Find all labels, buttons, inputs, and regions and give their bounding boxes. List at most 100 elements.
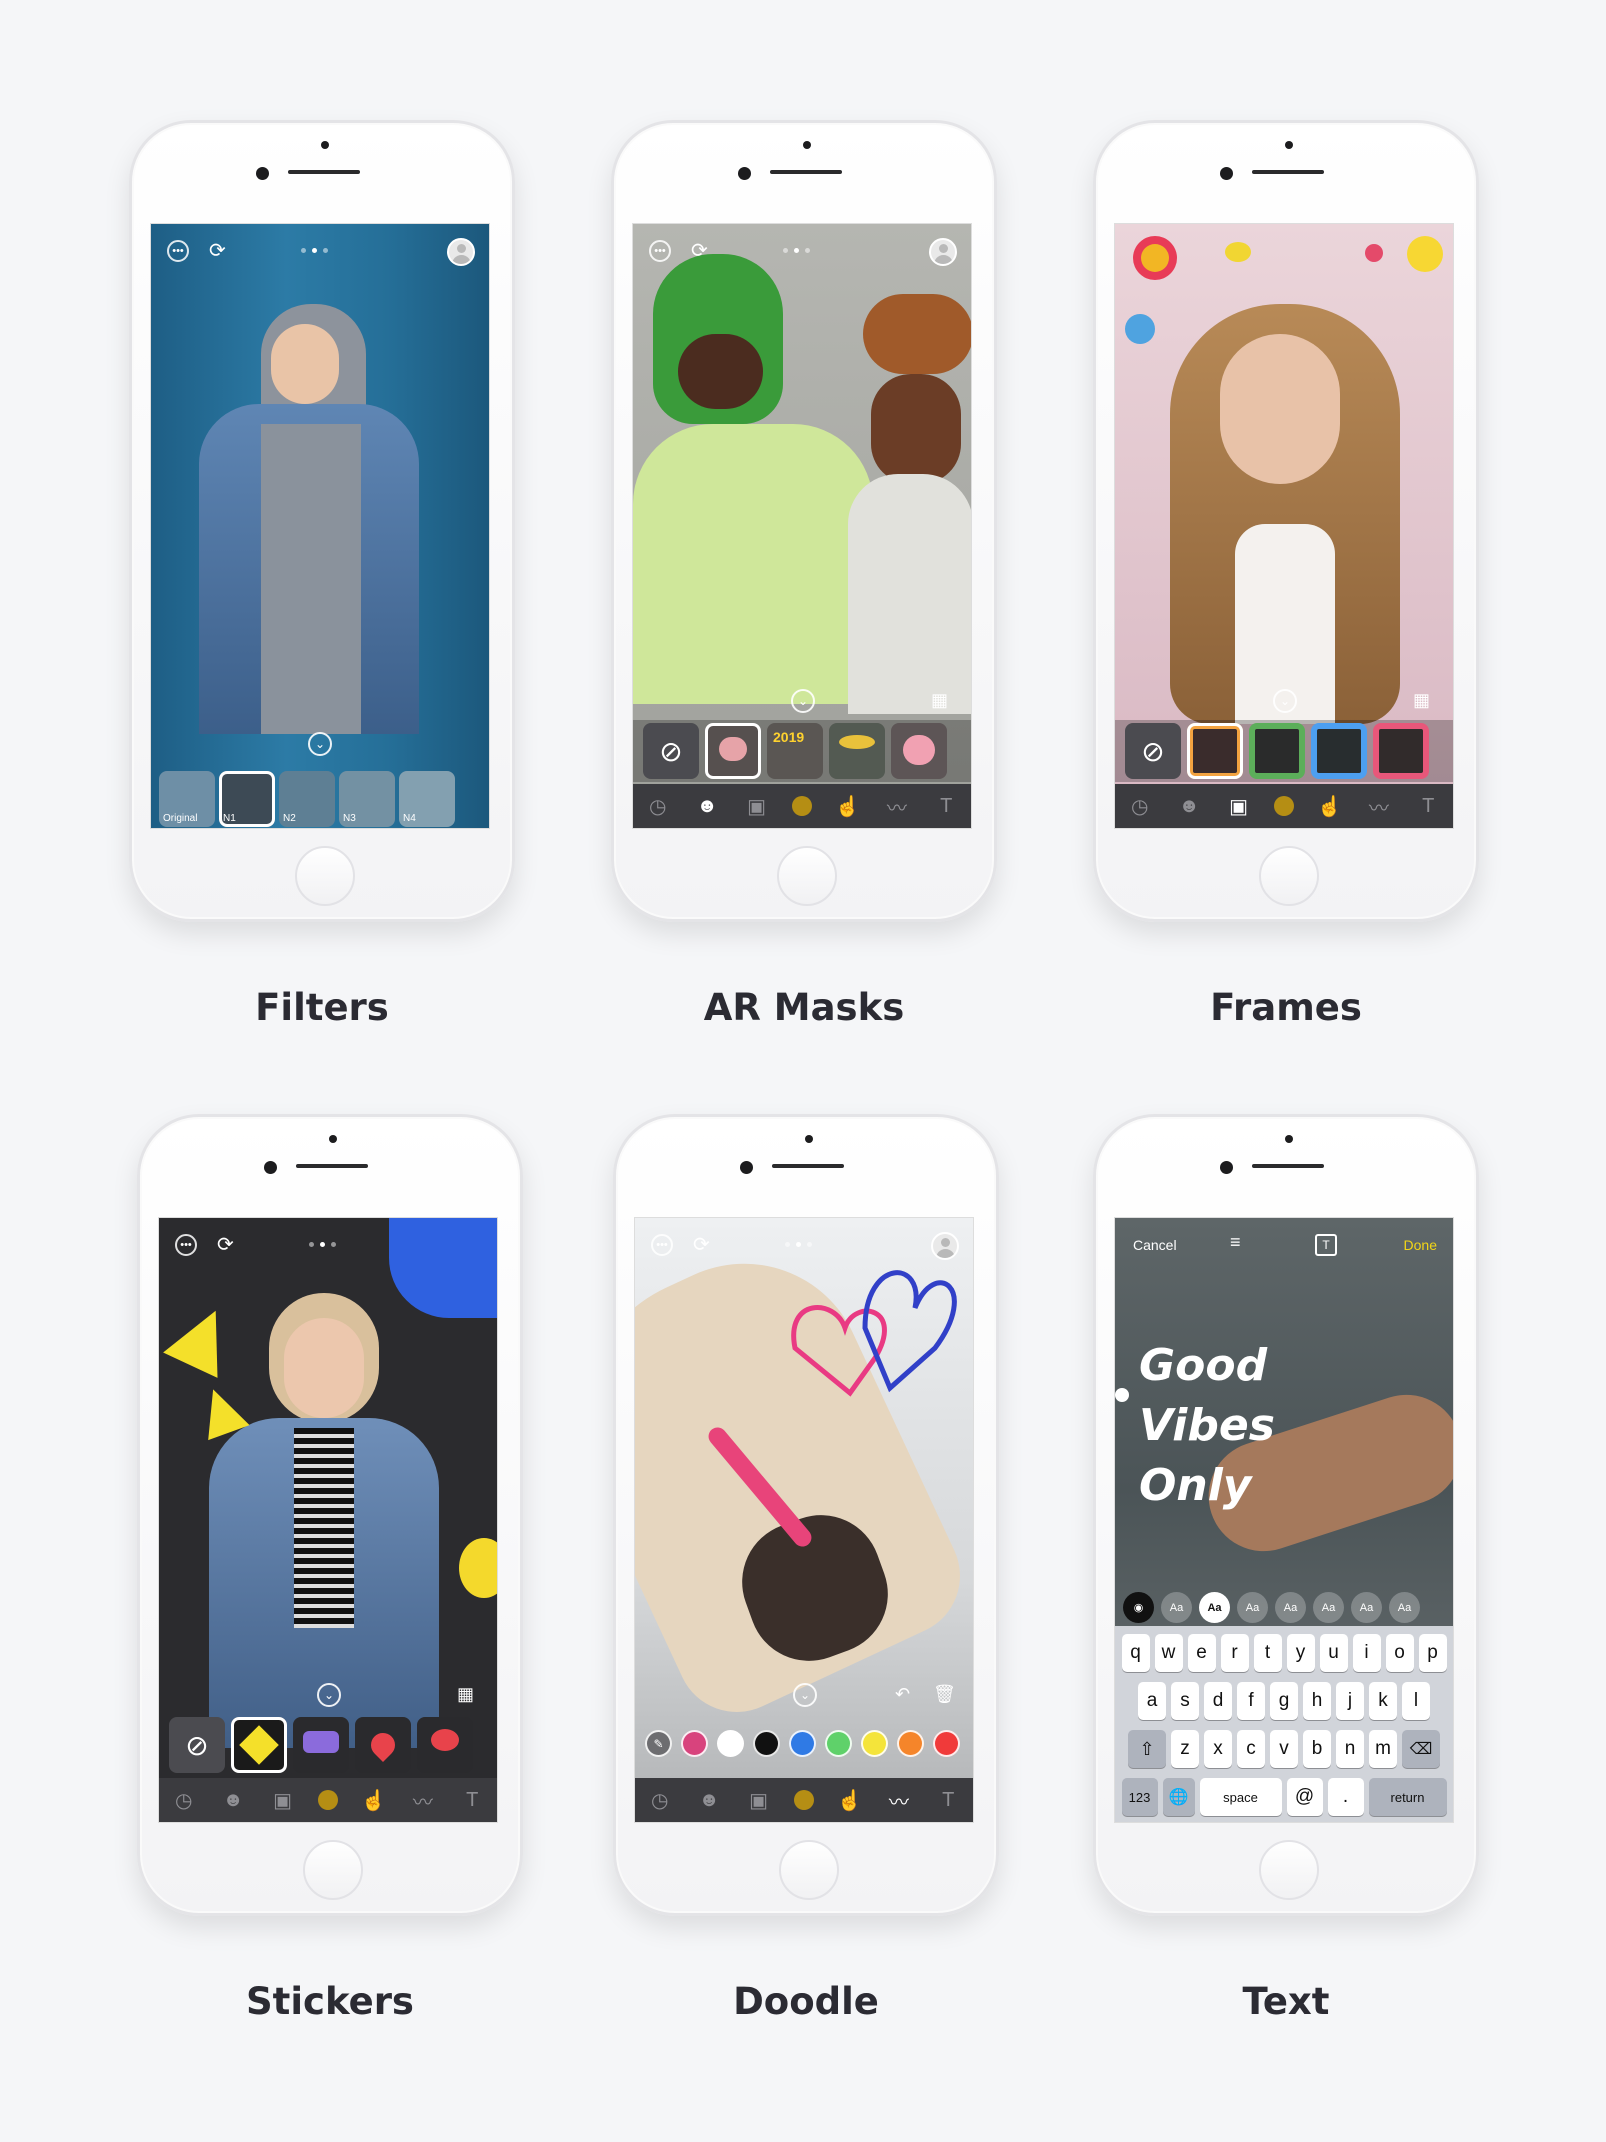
key[interactable]: v bbox=[1270, 1730, 1298, 1768]
sticker-wings[interactable] bbox=[417, 1717, 473, 1773]
key[interactable]: d bbox=[1204, 1682, 1232, 1720]
home-button[interactable] bbox=[303, 1840, 363, 1900]
sticker-burst[interactable] bbox=[231, 1717, 287, 1773]
text-tab-icon[interactable]: T bbox=[1414, 795, 1442, 818]
key[interactable]: l bbox=[1402, 1682, 1430, 1720]
backspace-key-icon[interactable]: ⌫ bbox=[1402, 1730, 1440, 1768]
collapse-chevron-icon[interactable]: ⌄ bbox=[1273, 689, 1297, 713]
profile-avatar-icon[interactable] bbox=[929, 238, 957, 266]
key[interactable]: q bbox=[1121, 1634, 1150, 1672]
text-tab-icon[interactable]: T bbox=[932, 795, 960, 818]
home-button[interactable] bbox=[777, 846, 837, 906]
frame-tab-icon[interactable]: ▣ bbox=[1225, 794, 1253, 819]
collapse-chevron-icon[interactable]: ⌄ bbox=[308, 732, 332, 756]
key[interactable]: f bbox=[1237, 1682, 1265, 1720]
trash-icon[interactable]: 🗑 bbox=[933, 1684, 956, 1705]
mask-hat[interactable] bbox=[829, 723, 885, 779]
align-text-icon[interactable]: ≡ bbox=[1230, 1232, 1241, 1253]
key[interactable]: y bbox=[1286, 1634, 1315, 1672]
sticker-tab-icon[interactable]: ☝ bbox=[833, 794, 861, 819]
sticker-heart-hands[interactable] bbox=[355, 1717, 411, 1773]
color-swatch-blue[interactable] bbox=[789, 1730, 816, 1757]
frame-option-skull[interactable] bbox=[1311, 723, 1367, 779]
font-style-option[interactable]: Aa bbox=[1275, 1592, 1306, 1623]
more-options-icon[interactable]: ••• bbox=[167, 240, 189, 262]
flip-camera-icon[interactable]: ⟳ bbox=[691, 238, 708, 263]
sticker-tab-icon[interactable]: ☝ bbox=[835, 1788, 863, 1813]
space-key[interactable]: space bbox=[1199, 1778, 1282, 1816]
return-key[interactable]: return bbox=[1368, 1778, 1447, 1816]
filter-thumb-n4[interactable]: N4 bbox=[399, 771, 455, 827]
home-button[interactable] bbox=[1259, 1840, 1319, 1900]
filter-thumb-n1[interactable]: N1 bbox=[219, 771, 275, 827]
sticker-bolt[interactable] bbox=[293, 1717, 349, 1773]
emoji-tab-icon[interactable]: ☺ bbox=[1273, 796, 1294, 816]
color-swatch-pink[interactable] bbox=[681, 1730, 708, 1757]
doodle-tab-icon[interactable]: 〰 bbox=[409, 1786, 437, 1815]
frame-option-leaves[interactable] bbox=[1249, 723, 1305, 779]
doodle-tab-icon[interactable]: 〰 bbox=[883, 792, 911, 821]
key[interactable]: j bbox=[1336, 1682, 1364, 1720]
recent-tab-icon[interactable]: ◷ bbox=[644, 794, 672, 819]
more-options-icon[interactable]: ••• bbox=[175, 1234, 197, 1256]
collapse-chevron-icon[interactable]: ⌄ bbox=[793, 1683, 817, 1707]
frame-option-bloom[interactable] bbox=[1373, 723, 1429, 779]
key[interactable]: z bbox=[1171, 1730, 1199, 1768]
done-button[interactable]: Done bbox=[1404, 1237, 1437, 1253]
more-options-icon[interactable]: ••• bbox=[649, 240, 671, 262]
mask-tab-icon[interactable]: ☻ bbox=[693, 795, 721, 818]
key[interactable]: t bbox=[1253, 1634, 1282, 1672]
key[interactable]: k bbox=[1369, 1682, 1397, 1720]
doodle-tab-icon[interactable]: 〰 bbox=[885, 1786, 913, 1815]
frame-tab-icon[interactable]: ▣ bbox=[745, 1788, 773, 1813]
shift-key-icon[interactable]: ⇧ bbox=[1128, 1730, 1166, 1768]
flip-camera-icon[interactable]: ⟳ bbox=[693, 1232, 710, 1257]
font-style-option[interactable]: Aa bbox=[1351, 1592, 1382, 1623]
key[interactable]: n bbox=[1336, 1730, 1364, 1768]
no-sticker-button[interactable]: ⊘ bbox=[169, 1717, 225, 1773]
key[interactable]: x bbox=[1204, 1730, 1232, 1768]
mask-pig[interactable] bbox=[705, 723, 761, 779]
key[interactable]: w bbox=[1154, 1634, 1183, 1672]
recent-tab-icon[interactable]: ◷ bbox=[170, 1788, 198, 1813]
color-palette-icon[interactable]: ◉ bbox=[1123, 1592, 1154, 1623]
key[interactable]: e bbox=[1187, 1634, 1216, 1672]
frame-tab-icon[interactable]: ▣ bbox=[269, 1788, 297, 1813]
frame-tab-icon[interactable]: ▣ bbox=[743, 794, 771, 819]
sticker-tab-icon[interactable]: ☝ bbox=[359, 1788, 387, 1813]
color-swatch-orange[interactable] bbox=[897, 1730, 924, 1757]
color-swatch-black[interactable] bbox=[753, 1730, 780, 1757]
grid-view-icon[interactable]: ▦ bbox=[1413, 690, 1430, 711]
mask-tab-icon[interactable]: ☻ bbox=[695, 1789, 723, 1812]
mask-tab-icon[interactable]: ☻ bbox=[219, 1789, 247, 1812]
grid-view-icon[interactable]: ▦ bbox=[457, 1684, 474, 1705]
undo-icon[interactable]: ↶ bbox=[895, 1684, 910, 1705]
text-style-icon[interactable]: T bbox=[1315, 1234, 1337, 1256]
filter-thumb-n3[interactable]: N3 bbox=[339, 771, 395, 827]
key[interactable]: u bbox=[1319, 1634, 1348, 1672]
collapse-chevron-icon[interactable]: ⌄ bbox=[791, 689, 815, 713]
recent-tab-icon[interactable]: ◷ bbox=[646, 1788, 674, 1813]
key[interactable]: a bbox=[1138, 1682, 1166, 1720]
mask-tab-icon[interactable]: ☻ bbox=[1175, 795, 1203, 818]
emoji-tab-icon[interactable]: ☺ bbox=[793, 1790, 814, 1810]
globe-key-icon[interactable]: 🌐 bbox=[1162, 1778, 1195, 1816]
pen-tool-icon[interactable]: ✎ bbox=[645, 1730, 672, 1757]
text-tab-icon[interactable]: T bbox=[458, 1789, 486, 1812]
home-button[interactable] bbox=[779, 1840, 839, 1900]
grid-view-icon[interactable]: ▦ bbox=[931, 690, 948, 711]
key[interactable]: i bbox=[1352, 1634, 1381, 1672]
home-button[interactable] bbox=[295, 846, 355, 906]
profile-avatar-icon[interactable] bbox=[447, 238, 475, 266]
text-size-slider[interactable] bbox=[1115, 1388, 1129, 1402]
key[interactable]: o bbox=[1385, 1634, 1414, 1672]
color-swatch-red[interactable] bbox=[933, 1730, 960, 1757]
collapse-chevron-icon[interactable]: ⌄ bbox=[317, 1683, 341, 1707]
doodle-tab-icon[interactable]: 〰 bbox=[1365, 792, 1393, 821]
numbers-key[interactable]: 123 bbox=[1121, 1778, 1158, 1816]
home-button[interactable] bbox=[1259, 846, 1319, 906]
key[interactable]: r bbox=[1220, 1634, 1249, 1672]
text-tab-icon[interactable]: T bbox=[934, 1789, 962, 1812]
sticker-tab-icon[interactable]: ☝ bbox=[1315, 794, 1343, 819]
profile-avatar-icon[interactable] bbox=[931, 1232, 959, 1260]
